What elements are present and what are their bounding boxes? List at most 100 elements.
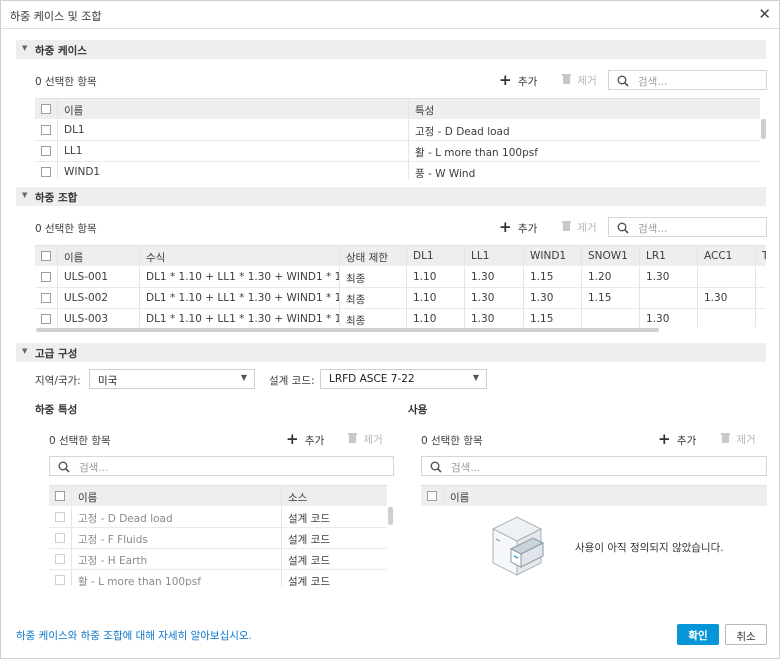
ok-button[interactable]: 확인: [677, 624, 719, 645]
table-row[interactable]: ULS-002 DL1 * 1.10 + LL1 * 1.30 + WIND1 …: [35, 288, 766, 309]
cell-limit-state: 최종: [339, 267, 406, 287]
add-load-case-button[interactable]: + 추가: [499, 73, 537, 89]
section-advanced-header[interactable]: ▼ 고급 구성: [16, 343, 766, 362]
row-checkbox[interactable]: [55, 512, 65, 522]
row-checkbox[interactable]: [41, 293, 51, 303]
cell-ll1: 1.30: [464, 267, 523, 287]
add-load-combo-button[interactable]: + 추가: [499, 220, 537, 236]
row-checkbox[interactable]: [55, 554, 65, 564]
add-label: 추가: [676, 435, 697, 447]
cell-t: [755, 309, 766, 327]
chevron-down-icon: ▼: [472, 373, 479, 382]
remove-usage-button[interactable]: 제거: [720, 432, 756, 448]
column-header-wind1[interactable]: WIND1: [523, 246, 581, 266]
select-all-checkbox[interactable]: [55, 491, 65, 501]
cell-acc1: [697, 267, 755, 287]
add-label: 추가: [517, 76, 538, 88]
cell-lr1: 1.30: [639, 309, 697, 327]
collapse-caret-icon[interactable]: ▼: [22, 347, 27, 355]
plus-icon: +: [499, 71, 512, 89]
region-select[interactable]: 미국 ▼: [89, 369, 255, 389]
plus-icon: +: [658, 430, 671, 448]
column-header-name[interactable]: 이름: [443, 486, 767, 506]
close-icon[interactable]: ✕: [758, 5, 771, 23]
load-combo-search-input[interactable]: 검색...: [608, 217, 767, 237]
column-header-name[interactable]: 이름: [57, 246, 139, 266]
cell-dl1: 1.10: [406, 288, 464, 308]
help-link[interactable]: 하중 케이스와 하중 조합에 대해 자세히 알아보십시오.: [16, 628, 252, 643]
cell-lr1: 1.30: [639, 267, 697, 287]
cell-t: [755, 288, 766, 308]
column-header-limit-state[interactable]: 상태 제한: [339, 246, 406, 266]
column-header-formula[interactable]: 수식: [139, 246, 339, 266]
table-row[interactable]: 고정 - D Dead load 설계 코드: [49, 507, 387, 528]
region-value: 미국: [98, 375, 118, 387]
remove-load-case-button[interactable]: 제거: [561, 73, 597, 89]
cell-formula: DL1 * 1.10 + LL1 * 1.30 + WIND1 * 1.30 +…: [139, 288, 339, 308]
remove-label: 제거: [577, 75, 597, 87]
load-nature-search-input[interactable]: 검색...: [49, 456, 394, 476]
load-natures-scrollbar[interactable]: [388, 507, 393, 525]
remove-load-combo-button[interactable]: 제거: [561, 220, 597, 236]
plus-icon: +: [286, 430, 299, 448]
load-cases-dialog: 하중 케이스 및 조합 ✕ ▼ 하중 케이스 0 선택한 항목 + 추가 제거 …: [0, 0, 780, 659]
select-all-checkbox[interactable]: [41, 104, 51, 114]
cell-acc1: 1.30: [697, 288, 755, 308]
row-checkbox[interactable]: [55, 533, 65, 543]
design-code-label: 설계 코드:: [269, 375, 315, 387]
search-placeholder: 검색...: [638, 223, 668, 235]
column-header-name[interactable]: 이름: [57, 99, 408, 119]
table-row[interactable]: 활 - L more than 100psf 설계 코드: [49, 570, 387, 586]
trash-icon: [721, 433, 730, 443]
add-usage-button[interactable]: + 추가: [658, 432, 696, 448]
row-checkbox[interactable]: [55, 575, 65, 585]
table-header: 이름: [421, 486, 767, 506]
remove-load-nature-button[interactable]: 제거: [347, 432, 383, 448]
row-checkbox[interactable]: [41, 167, 51, 177]
table-row[interactable]: 고정 - F Fluids 설계 코드: [49, 528, 387, 549]
column-header-lr1[interactable]: LR1: [639, 246, 697, 266]
section-load-cases-header[interactable]: ▼ 하중 케이스: [16, 40, 766, 59]
table-row[interactable]: WIND1 풍 - W Wind: [35, 162, 760, 179]
add-load-nature-button[interactable]: + 추가: [286, 432, 324, 448]
column-header-dl1[interactable]: DL1: [406, 246, 464, 266]
row-checkbox[interactable]: [41, 146, 51, 156]
table-row[interactable]: ULS-003 DL1 * 1.10 + LL1 * 1.30 + WIND1 …: [35, 309, 766, 327]
selected-count: 0 선택한 항목: [49, 435, 111, 447]
selected-count: 0 선택한 항목: [35, 76, 97, 88]
cell-name: ULS-001: [57, 267, 139, 287]
usage-empty-message: 사용이 아직 정의되지 않았습니다.: [575, 542, 724, 554]
column-header-acc1[interactable]: ACC1: [697, 246, 755, 266]
column-header-snow1[interactable]: SNOW1: [581, 246, 639, 266]
cancel-button[interactable]: 취소: [725, 624, 767, 645]
selected-count: 0 선택한 항목: [421, 435, 483, 447]
column-header-t[interactable]: T: [755, 246, 766, 266]
select-all-checkbox[interactable]: [41, 251, 51, 261]
section-load-combos-header[interactable]: ▼ 하중 조합: [16, 187, 766, 206]
row-checkbox[interactable]: [41, 314, 51, 324]
table-header: 이름 특성: [35, 99, 760, 119]
load-cases-scrollbar[interactable]: [761, 119, 766, 139]
load-case-search-input[interactable]: 검색...: [608, 70, 767, 90]
cell-source: 설계 코드: [281, 528, 387, 548]
usage-search-input[interactable]: 검색...: [421, 456, 767, 476]
cell-ll1: 1.30: [464, 309, 523, 327]
column-header-name[interactable]: 이름: [71, 486, 281, 506]
design-code-select[interactable]: LRFD ASCE 7-22 ▼: [320, 369, 487, 389]
row-checkbox[interactable]: [41, 272, 51, 282]
select-all-checkbox[interactable]: [427, 491, 437, 501]
collapse-caret-icon[interactable]: ▼: [22, 44, 27, 52]
column-header-ll1[interactable]: LL1: [464, 246, 523, 266]
table-row[interactable]: 고정 - H Earth 설계 코드: [49, 549, 387, 570]
column-header-nature[interactable]: 특성: [408, 99, 760, 119]
table-row[interactable]: DL1 고정 - D Dead load: [35, 120, 760, 141]
section-title: 하중 케이스: [35, 45, 87, 57]
load-combos-h-scrollbar[interactable]: [36, 328, 659, 332]
table-row[interactable]: LL1 활 - L more than 100psf: [35, 141, 760, 162]
column-header-source[interactable]: 소스: [281, 486, 387, 506]
add-label: 추가: [304, 435, 325, 447]
title-bar: 하중 케이스 및 조합 ✕: [1, 1, 779, 29]
collapse-caret-icon[interactable]: ▼: [22, 191, 27, 199]
row-checkbox[interactable]: [41, 125, 51, 135]
table-row[interactable]: ULS-001 DL1 * 1.10 + LL1 * 1.30 + WIND1 …: [35, 267, 766, 288]
